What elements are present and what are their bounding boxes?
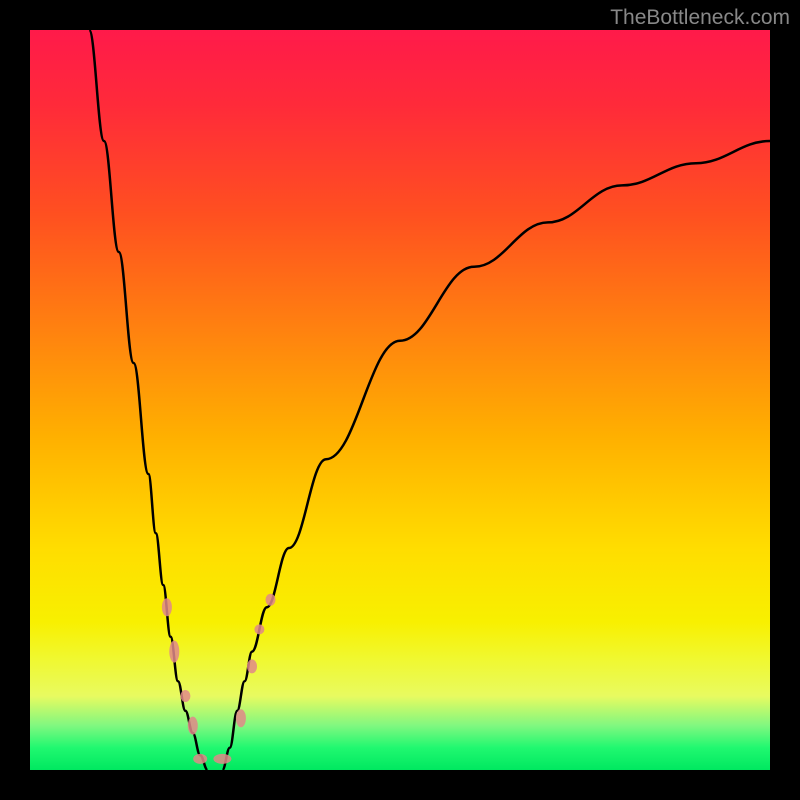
- curves-svg: [30, 30, 770, 770]
- marker-0: [162, 598, 172, 616]
- watermark-label: TheBottleneck.com: [610, 6, 790, 30]
- curve-curve-left: [89, 30, 207, 770]
- marker-6: [236, 709, 246, 727]
- marker-5: [213, 754, 231, 764]
- markers-group: [162, 594, 276, 764]
- marker-3: [188, 717, 198, 735]
- marker-2: [180, 690, 190, 702]
- chart-container: TheBottleneck.com: [0, 0, 800, 800]
- curves-group: [89, 30, 770, 770]
- marker-9: [266, 594, 276, 606]
- marker-8: [254, 624, 264, 634]
- curve-curve-right: [222, 141, 770, 770]
- marker-7: [247, 659, 257, 673]
- marker-1: [169, 641, 179, 663]
- marker-4: [193, 754, 207, 764]
- plot-area: [30, 30, 770, 770]
